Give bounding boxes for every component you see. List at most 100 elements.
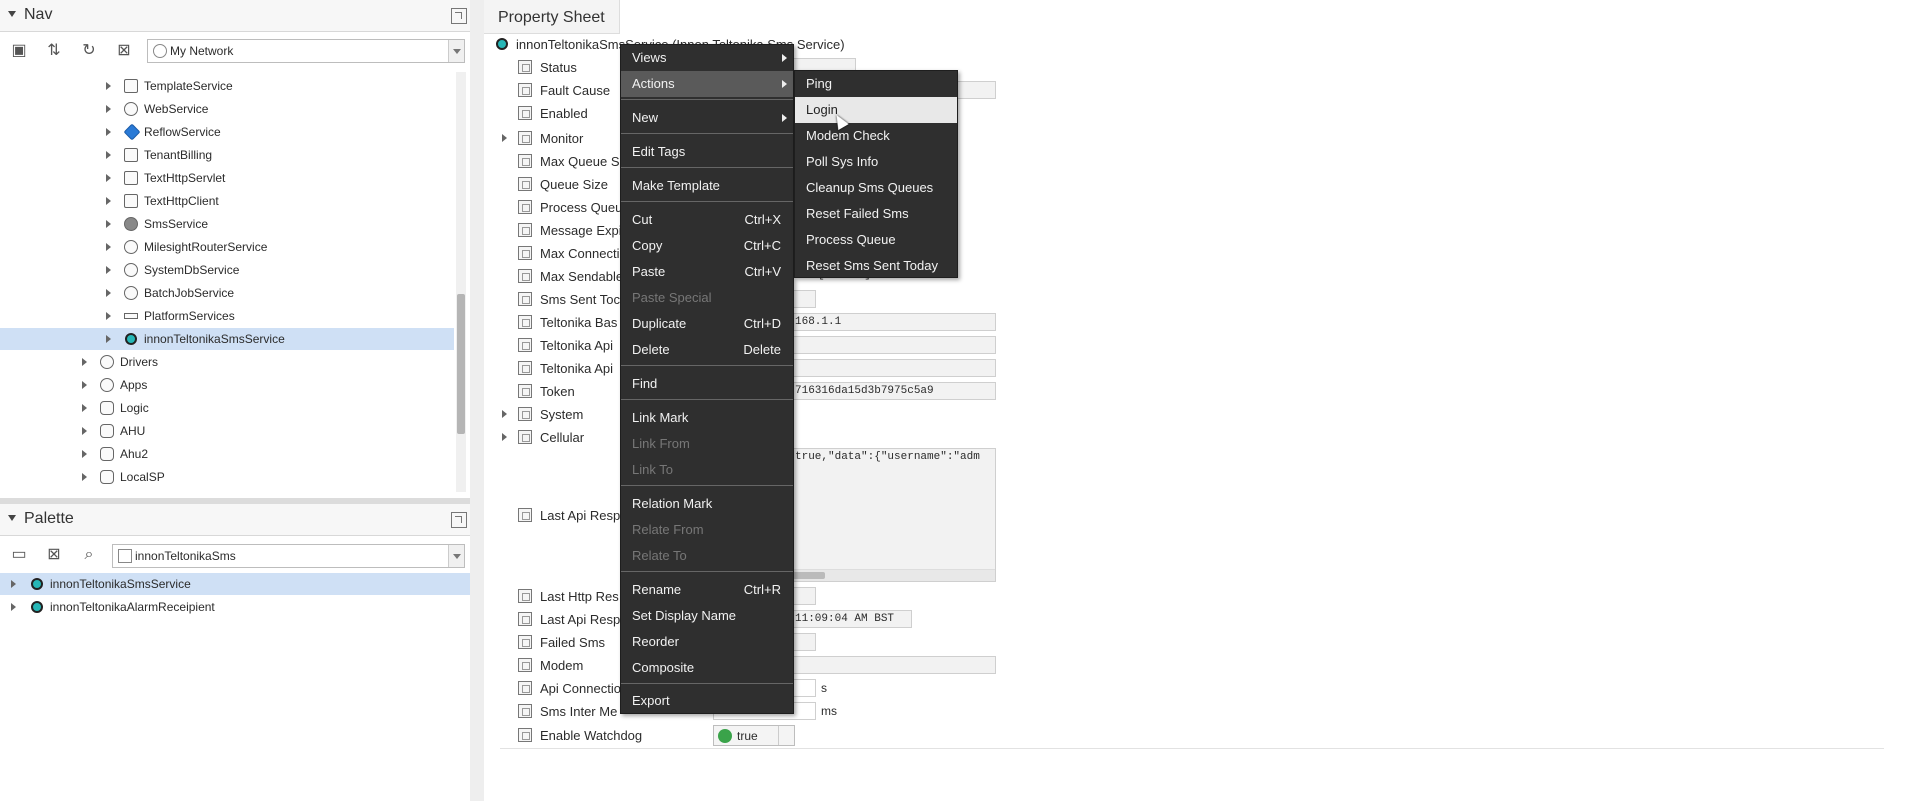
action-reset-failed-sms[interactable]: Reset Failed Sms [795, 201, 957, 227]
expand-icon[interactable] [11, 603, 16, 611]
box-icon [124, 171, 138, 185]
menu-item-views[interactable]: Views [621, 45, 793, 71]
tree-item[interactable]: LocalSP [0, 466, 456, 488]
close-icon[interactable]: ⊠ [43, 544, 65, 566]
tree-item[interactable]: BatchJobService [0, 282, 456, 304]
camera-icon[interactable]: ▣ [8, 40, 30, 62]
action-ping[interactable]: Ping [795, 71, 957, 97]
chevron-down-icon[interactable] [778, 726, 794, 745]
maximize-icon[interactable] [451, 512, 467, 528]
maximize-icon[interactable] [451, 8, 467, 24]
expand-icon[interactable] [82, 450, 87, 458]
expand-icon[interactable] [106, 105, 111, 113]
menu-item-rename[interactable]: Rename Ctrl+R [621, 577, 793, 603]
action-modem-check[interactable]: Modem Check [795, 123, 957, 149]
tree-item[interactable]: AHU [0, 420, 456, 442]
collapse-icon[interactable] [8, 11, 16, 17]
palette-item[interactable]: innonTeltonikaAlarmReceipient [0, 596, 470, 618]
menu-item-duplicate[interactable]: Duplicate Ctrl+D [621, 311, 793, 337]
tree-item[interactable]: TextHttpClient [0, 190, 456, 212]
prop-label: Max Connecti [540, 246, 620, 261]
menu-item-make-template[interactable]: Make Template [621, 173, 793, 199]
tree-item[interactable]: TextHttpServlet [0, 167, 456, 189]
expand-icon[interactable] [82, 358, 87, 366]
menu-item-reorder[interactable]: Reorder [621, 629, 793, 655]
collapse-icon[interactable] [8, 515, 16, 521]
expand-icon[interactable] [11, 580, 16, 588]
chevron-down-icon[interactable] [448, 545, 464, 567]
module-selector[interactable]: innonTeltonikaSms [112, 544, 465, 568]
unit-seconds: s [821, 681, 827, 695]
tree-item-selected[interactable]: innonTeltonikaSmsService [0, 328, 454, 350]
expand-icon[interactable] [106, 312, 111, 320]
tree-item[interactable]: Logic [0, 397, 456, 419]
expand-icon[interactable] [82, 427, 87, 435]
expand-icon[interactable] [106, 82, 111, 90]
menu-item-new[interactable]: New [621, 105, 793, 131]
menu-item-set-display-name[interactable]: Set Display Name [621, 603, 793, 629]
expand-icon[interactable] [82, 473, 87, 481]
expand-icon[interactable] [106, 128, 111, 136]
watchdog-dropdown[interactable]: true [713, 725, 795, 746]
tree-item[interactable]: Ahu2 [0, 443, 456, 465]
tree-item[interactable]: SmsService [0, 213, 456, 235]
tree-item[interactable]: Apps [0, 374, 456, 396]
prop-label: Teltonika Api [540, 338, 613, 353]
action-login[interactable]: Login [795, 97, 957, 123]
menu-item-link-mark[interactable]: Link Mark [621, 405, 793, 431]
menu-item-paste[interactable]: Paste Ctrl+V [621, 259, 793, 285]
horizontal-scrollbar[interactable] [791, 569, 995, 581]
expand-icon[interactable] [106, 197, 111, 205]
expand-icon[interactable] [106, 243, 111, 251]
menu-item-relation-mark[interactable]: Relation Mark [621, 491, 793, 517]
menu-item-find[interactable]: Find [621, 371, 793, 397]
action-process-queue[interactable]: Process Queue [795, 227, 957, 253]
action-poll-sys-info[interactable]: Poll Sys Info [795, 149, 957, 175]
menu-item-cut[interactable]: Cut Ctrl+X [621, 207, 793, 233]
tree-item[interactable]: TemplateService [0, 75, 456, 97]
sort-icon[interactable]: ⇅ [43, 40, 65, 62]
network-selector[interactable]: My Network [147, 39, 465, 63]
scrollbar-thumb[interactable] [793, 572, 825, 579]
menu-item-edit-tags[interactable]: Edit Tags [621, 139, 793, 165]
menu-item-copy[interactable]: Copy Ctrl+C [621, 233, 793, 259]
search-icon[interactable]: ⌕ [78, 544, 100, 566]
action-reset-sms-sent-today[interactable]: Reset Sms Sent Today [795, 253, 957, 279]
palette-item-selected[interactable]: innonTeltonikaSmsService [0, 573, 470, 595]
tree-item[interactable]: Drivers [0, 351, 456, 373]
chevron-down-icon[interactable] [448, 40, 464, 62]
menu-item-composite[interactable]: Composite [621, 655, 793, 681]
expand-icon[interactable] [106, 151, 111, 159]
prop-value-field[interactable] [790, 359, 996, 377]
expand-icon[interactable] [106, 220, 111, 228]
tree-item[interactable]: PlatformServices [0, 305, 456, 327]
refresh-icon[interactable]: ↻ [78, 40, 100, 62]
expand-icon[interactable] [106, 335, 111, 343]
tree-item[interactable]: MilesightRouterService [0, 236, 456, 258]
expand-icon[interactable] [106, 289, 111, 297]
prop-value-field[interactable] [790, 336, 996, 354]
tab-property-sheet[interactable]: Property Sheet [484, 0, 620, 34]
menu-item-delete[interactable]: Delete Delete [621, 337, 793, 363]
prop-value-field[interactable]: 168.1.1 [790, 313, 996, 331]
expand-icon[interactable] [82, 381, 87, 389]
close-icon[interactable]: ⊠ [113, 40, 135, 62]
expand-icon[interactable] [502, 410, 507, 418]
expand-icon[interactable] [106, 174, 111, 182]
tree-item[interactable]: ReflowService [0, 121, 456, 143]
action-cleanup-sms-queues[interactable]: Cleanup Sms Queues [795, 175, 957, 201]
menu-item-actions[interactable]: Actions [621, 71, 793, 97]
prop-row-enable-watchdog[interactable]: Enable Watchdog true [500, 724, 1300, 747]
nav-scrollbar[interactable] [456, 72, 466, 492]
expand-icon[interactable] [502, 134, 507, 142]
tree-item[interactable]: SystemDbService [0, 259, 456, 281]
tree-item[interactable]: WebService [0, 98, 456, 120]
expand-icon[interactable] [82, 404, 87, 412]
menu-item-export[interactable]: Export [621, 688, 793, 714]
expand-icon[interactable] [502, 433, 507, 441]
scrollbar-thumb[interactable] [457, 294, 465, 434]
api-response-textarea[interactable]: true,"data":{"username":"adm [790, 448, 996, 582]
expand-icon[interactable] [106, 266, 111, 274]
tree-item[interactable]: TenantBilling [0, 144, 456, 166]
folder-icon[interactable]: ▭ [8, 544, 30, 566]
